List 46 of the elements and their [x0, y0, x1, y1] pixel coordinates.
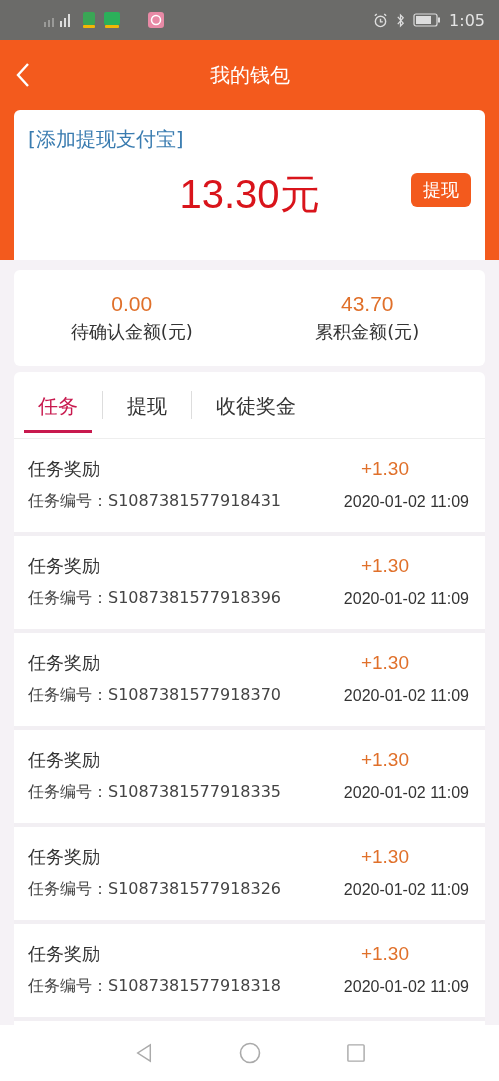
app-icon	[82, 12, 96, 28]
record-time: 2020-01-02 11:09	[343, 783, 469, 802]
record-time: 2020-01-02 11:09	[343, 686, 469, 705]
record-amount: +1.30	[360, 458, 409, 480]
bluetooth-icon	[396, 12, 406, 28]
tab[interactable]: 任务	[24, 383, 92, 433]
tab[interactable]: 收徒奖金	[202, 383, 310, 433]
record-title: 任务奖励	[28, 748, 100, 772]
record-number: 任务编号：S1087381577918370	[28, 685, 282, 706]
back-icon[interactable]	[134, 1043, 153, 1063]
record-title: 任务奖励	[28, 942, 100, 966]
record-time: 2020-01-02 11:09	[343, 589, 469, 608]
record-number: 任务编号：S1087381577918431	[28, 491, 282, 512]
battery-icon	[413, 13, 442, 27]
record-amount: +1.30	[360, 652, 409, 674]
status-time: 1:05	[449, 10, 485, 30]
record-number: 任务编号：S1087381577918335	[28, 782, 282, 803]
balance-amount: 13.30元	[179, 171, 320, 218]
withdraw-button[interactable]: 提现	[411, 173, 471, 207]
add-alipay-link[interactable]: [添加提现支付宝]	[28, 126, 184, 153]
home-icon[interactable]	[238, 1042, 261, 1064]
record-time: 2020-01-02 11:09	[343, 880, 469, 899]
record-amount: +1.30	[360, 555, 409, 577]
stat-value: 43.70	[340, 292, 394, 316]
record-number: 任务编号：S1087381577918396	[28, 588, 282, 609]
stat-value: 0.00	[111, 292, 153, 316]
stat-label: 累积金额(元)	[315, 320, 420, 344]
tab[interactable]: 提现	[113, 383, 181, 433]
recents-icon[interactable]	[346, 1044, 365, 1062]
record-time: 2020-01-02 11:09	[343, 492, 469, 511]
record-number: 任务编号：S1087381577918318	[28, 976, 282, 997]
record-amount: +1.30	[360, 846, 409, 868]
record-title: 任务奖励	[28, 457, 100, 481]
stat-label: 待确认金额(元)	[70, 320, 193, 344]
record-number: 任务编号：S1087381577918326	[28, 879, 282, 900]
page-title: 我的钱包	[209, 61, 290, 89]
record-title: 任务奖励	[28, 845, 100, 869]
record-amount: +1.30	[360, 749, 409, 771]
record-title: 任务奖励	[28, 651, 100, 675]
app-icon	[104, 12, 120, 28]
record-amount: +1.30	[360, 943, 409, 965]
back-button[interactable]	[16, 62, 30, 88]
app-icon	[148, 12, 164, 28]
record-title: 任务奖励	[28, 554, 100, 578]
alarm-icon	[373, 12, 389, 28]
record-time: 2020-01-02 11:09	[343, 977, 469, 996]
